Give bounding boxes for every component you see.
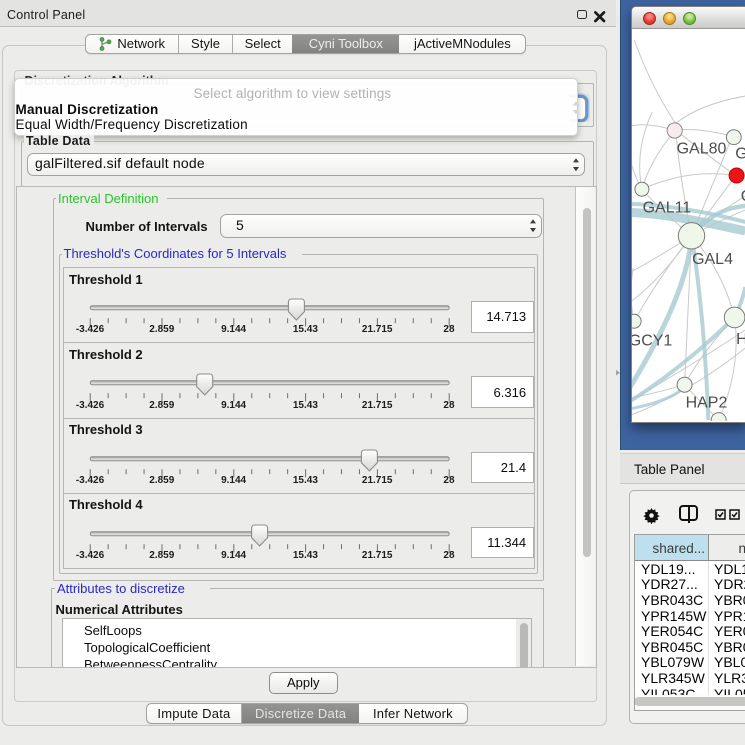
svg-text:GAL11: GAL11 [642, 199, 691, 216]
svg-text:HAP2: HAP2 [685, 394, 727, 411]
svg-text:GAL4: GAL4 [692, 251, 733, 268]
svg-text:C: C [740, 188, 744, 205]
svg-text:HA: HA [736, 331, 745, 348]
svg-text:GCY1: GCY1 [632, 332, 672, 349]
svg-text:GA: GA [735, 146, 745, 163]
svg-text:GAL80: GAL80 [676, 141, 726, 158]
